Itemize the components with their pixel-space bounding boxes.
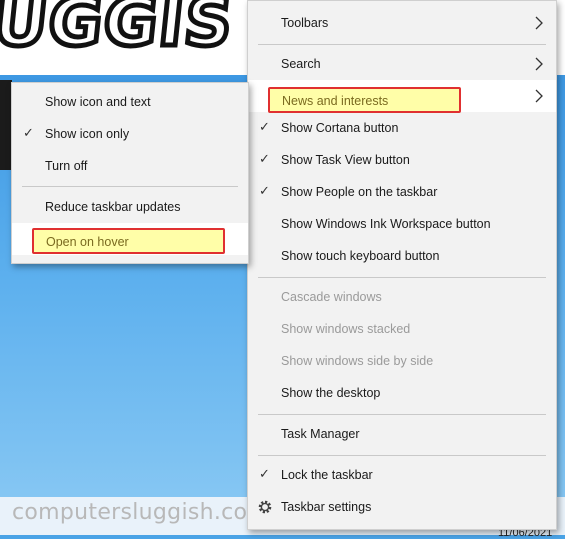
menu-item-label: Lock the taskbar [281,468,373,482]
checkmark-icon: ✓ [259,119,270,134]
gear-icon [258,500,272,514]
chevron-right-icon [535,57,543,71]
menu-item-label: Show windows side by side [281,354,434,368]
menu-item-news-and-interests[interactable]: News and interests [248,80,556,113]
submenu-item-reduce-taskbar-updates[interactable]: Reduce taskbar updates [12,191,248,223]
menu-item-task-manager[interactable]: Task Manager [248,418,556,450]
menu-item-label: Reduce taskbar updates [45,200,181,214]
menu-item-label: Turn off [45,159,88,173]
menu-item-show-people[interactable]: ✓ Show People on the taskbar [248,176,556,208]
submenu-item-open-on-hover[interactable]: Open on hover [12,223,248,255]
menu-item-label: Show Task View button [281,153,410,167]
menu-item-label: Show People on the taskbar [281,185,438,199]
menu-item-taskbar-settings[interactable]: Taskbar settings [248,491,556,523]
checkmark-icon: ✓ [259,151,270,166]
news-and-interests-submenu: Show icon and text ✓ Show icon only Turn… [11,82,249,264]
chevron-right-icon [535,89,543,103]
submenu-item-turn-off[interactable]: Turn off [12,150,248,182]
watermark: computersluggish.com [12,500,270,525]
menu-item-label: Taskbar settings [281,500,372,514]
chevron-right-icon [535,16,543,30]
menu-item-cascade-windows: Cascade windows [248,281,556,313]
menu-separator [258,277,546,278]
checkmark-icon: ✓ [259,183,270,198]
checkmark-icon: ✓ [259,466,270,481]
menu-item-label: Show icon and text [45,95,151,109]
menu-separator [258,455,546,456]
menu-item-show-touch-keyboard[interactable]: Show touch keyboard button [248,240,556,272]
menu-separator [258,44,546,45]
menu-item-show-task-view-button[interactable]: ✓ Show Task View button [248,144,556,176]
menu-item-label: Toolbars [281,16,329,30]
menu-item-search[interactable]: Search [248,48,556,80]
taskbar-context-menu: Toolbars Search News and interests ✓ Sho… [247,0,557,530]
menu-item-show-cortana-button[interactable]: ✓ Show Cortana button [248,112,556,144]
menu-item-label: Show the desktop [281,386,381,400]
wallpaper-logo-text: UGGIS [0,0,240,64]
menu-item-show-windows-side-by-side: Show windows side by side [248,345,556,377]
annotation-highlight: Open on hover [32,228,225,254]
menu-item-show-windows-stacked: Show windows stacked [248,313,556,345]
menu-item-label: Show Cortana button [281,121,399,135]
menu-item-label: Cascade windows [281,290,382,304]
annotation-highlight: News and interests [268,87,461,113]
menu-item-label: News and interests [282,94,389,108]
menu-separator [22,186,238,187]
submenu-item-show-icon-and-text[interactable]: Show icon and text [12,86,248,118]
submenu-item-show-icon-only[interactable]: ✓ Show icon only [12,118,248,150]
menu-item-label: Show icon only [45,127,130,141]
checkmark-icon: ✓ [23,125,34,140]
menu-item-show-the-desktop[interactable]: Show the desktop [248,377,556,409]
menu-item-lock-the-taskbar[interactable]: ✓ Lock the taskbar [248,459,556,491]
menu-item-label: Show touch keyboard button [281,249,440,263]
menu-item-label: Show windows stacked [281,322,411,336]
menu-item-label: Show Windows Ink Workspace button [281,217,491,231]
menu-item-toolbars[interactable]: Toolbars [248,7,556,39]
menu-item-label: Task Manager [281,427,360,441]
menu-separator [258,414,546,415]
menu-item-label: Search [281,57,321,71]
menu-item-show-windows-ink[interactable]: Show Windows Ink Workspace button [248,208,556,240]
menu-item-label: Open on hover [46,235,129,249]
